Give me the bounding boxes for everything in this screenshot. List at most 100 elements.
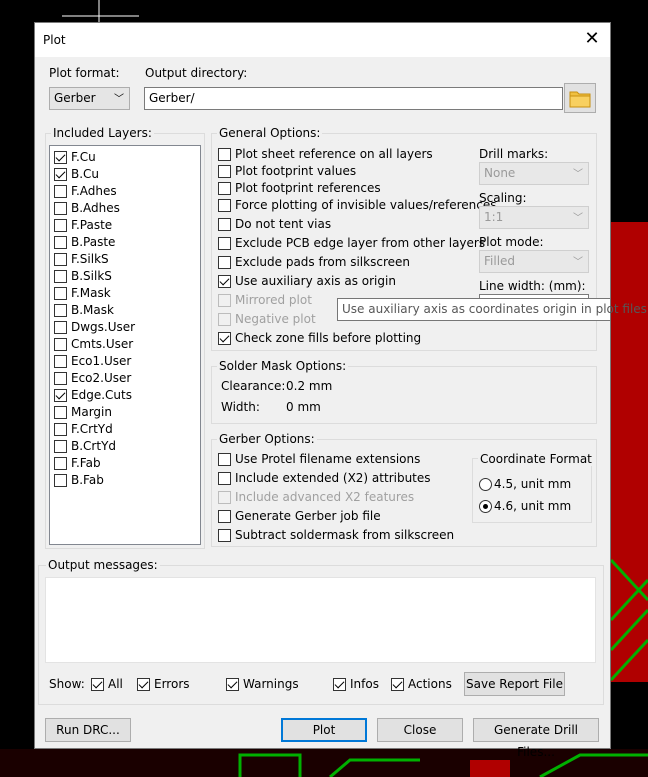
folder-icon [569, 91, 591, 108]
clearance-value: 0.2 mm [286, 379, 333, 393]
layer-edge-cuts-label: Edge.Cuts [71, 388, 132, 402]
plot-format-select[interactable]: Gerber ﹀ [49, 87, 130, 110]
width-label: Width: [221, 400, 260, 414]
tooltip: Use auxiliary axis as coordinates origin… [337, 298, 647, 321]
layer-b-fab-checkbox[interactable] [54, 474, 67, 487]
layer-dwgs-user-label: Dwgs.User [71, 320, 136, 334]
filter-infos-checkbox[interactable] [333, 678, 346, 691]
layer-f-adhes-checkbox[interactable] [54, 185, 67, 198]
included-layers-label: Included Layers: [51, 126, 154, 140]
output-messages-box[interactable] [45, 577, 596, 663]
general-option-3-checkbox[interactable] [218, 199, 231, 212]
layer-edge-cuts-checkbox[interactable] [54, 389, 67, 402]
gerber-options-label: Gerber Options: [217, 432, 317, 446]
layer-margin-checkbox[interactable] [54, 406, 67, 419]
layer-f-cu-checkbox[interactable] [54, 151, 67, 164]
plot-button[interactable]: Plot [281, 718, 367, 742]
general-option-8-label: Mirrored plot [235, 293, 312, 307]
general-option-8-checkbox[interactable] [218, 294, 231, 307]
solder-mask-group [211, 366, 597, 424]
coord-format-radio-1[interactable] [479, 500, 492, 513]
general-option-3-label: Force plotting of invisible values/refer… [235, 198, 497, 212]
layer-b-mask-checkbox[interactable] [54, 304, 67, 317]
layer-b-silks-label: B.SilkS [71, 269, 112, 283]
general-option-5-checkbox[interactable] [218, 237, 231, 250]
dialog-title: Plot [43, 33, 66, 47]
drill-marks-select[interactable]: None ﹀ [479, 162, 589, 185]
plot-mode-value: Filled [484, 254, 516, 268]
general-option-10-label: Check zone fills before plotting [235, 331, 422, 345]
filter-warnings-checkbox[interactable] [226, 678, 239, 691]
general-option-2-label: Plot footprint references [235, 181, 381, 195]
layer-f-silks-checkbox[interactable] [54, 253, 67, 266]
plot-mode-label: Plot mode: [479, 235, 544, 249]
layer-f-paste-checkbox[interactable] [54, 219, 67, 232]
line-width-label: Line width: (mm): [479, 279, 586, 293]
gerber-option-0-label: Use Protel filename extensions [235, 452, 421, 466]
layer-b-adhes-label: B.Adhes [71, 201, 120, 215]
filter-errors-checkbox[interactable] [137, 678, 150, 691]
gerber-option-4-checkbox[interactable] [218, 529, 231, 542]
gerber-option-2-checkbox[interactable] [218, 491, 231, 504]
general-option-9-label: Negative plot [235, 312, 316, 326]
run-drc-button[interactable]: Run DRC... [45, 718, 131, 742]
general-option-9-checkbox[interactable] [218, 313, 231, 326]
plot-mode-select[interactable]: Filled ﹀ [479, 250, 589, 273]
layer-dwgs-user-checkbox[interactable] [54, 321, 67, 334]
layer-f-paste-label: F.Paste [71, 218, 113, 232]
general-option-2-checkbox[interactable] [218, 182, 231, 195]
chevron-down-icon: ﹀ [573, 213, 583, 224]
general-option-6-checkbox[interactable] [218, 256, 231, 269]
generate-drill-files-button[interactable]: Generate Drill Files... [473, 718, 599, 759]
layer-b-silks-checkbox[interactable] [54, 270, 67, 283]
gerber-option-3-label: Generate Gerber job file [235, 509, 381, 523]
filter-actions-checkbox[interactable] [391, 678, 404, 691]
filter-infos-label: Infos [350, 677, 379, 691]
title-bar: Plot ✕ [35, 23, 610, 57]
layer-eco2-user-checkbox[interactable] [54, 372, 67, 385]
general-option-4-checkbox[interactable] [218, 218, 231, 231]
drill-marks-label: Drill marks: [479, 147, 549, 161]
layer-f-fab-label: F.Fab [71, 456, 101, 470]
save-report-file-button[interactable]: Save Report File [464, 672, 565, 696]
coord-format-radio-0[interactable] [479, 478, 492, 491]
gerber-option-1-label: Include extended (X2) attributes [235, 471, 431, 485]
layer-b-mask-label: B.Mask [71, 303, 114, 317]
layer-f-mask-checkbox[interactable] [54, 287, 67, 300]
gerber-option-3-checkbox[interactable] [218, 510, 231, 523]
layer-b-crtyd-checkbox[interactable] [54, 440, 67, 453]
layer-f-crtyd-checkbox[interactable] [54, 423, 67, 436]
output-directory-input[interactable]: Gerber/ [144, 87, 563, 110]
layer-b-cu-checkbox[interactable] [54, 168, 67, 181]
layer-cmts-user-checkbox[interactable] [54, 338, 67, 351]
filter-all-label: All [108, 677, 123, 691]
filter-all-checkbox[interactable] [91, 678, 104, 691]
layer-eco2-user-label: Eco2.User [71, 371, 132, 385]
general-option-7-checkbox[interactable] [218, 275, 231, 288]
layer-f-fab-checkbox[interactable] [54, 457, 67, 470]
solder-mask-label: Solder Mask Options: [217, 359, 349, 373]
filter-errors-label: Errors [154, 677, 190, 691]
general-option-6-label: Exclude pads from silkscreen [235, 255, 410, 269]
general-option-1-label: Plot footprint values [235, 164, 357, 178]
gerber-option-1-checkbox[interactable] [218, 472, 231, 485]
close-icon[interactable]: ✕ [582, 29, 602, 49]
layer-f-silks-label: F.SilkS [71, 252, 109, 266]
close-button[interactable]: Close [377, 718, 463, 742]
layer-b-paste-checkbox[interactable] [54, 236, 67, 249]
scaling-select[interactable]: 1:1 ﹀ [479, 206, 589, 229]
layer-b-adhes-checkbox[interactable] [54, 202, 67, 215]
filter-warnings-label: Warnings [243, 677, 299, 691]
general-options-label: General Options: [217, 126, 323, 140]
gerber-option-0-checkbox[interactable] [218, 453, 231, 466]
coord-format-label-0: 4.5, unit mm [494, 477, 572, 491]
gerber-option-4-label: Subtract soldermask from silkscreen [235, 528, 455, 542]
general-option-0-checkbox[interactable] [218, 148, 231, 161]
chevron-down-icon: ﹀ [573, 169, 583, 180]
gerber-option-2-label: Include advanced X2 features [235, 490, 415, 504]
browse-folder-button[interactable] [564, 83, 596, 113]
general-option-1-checkbox[interactable] [218, 165, 231, 178]
clearance-label: Clearance: [221, 379, 286, 393]
layer-eco1-user-checkbox[interactable] [54, 355, 67, 368]
general-option-10-checkbox[interactable] [218, 332, 231, 345]
